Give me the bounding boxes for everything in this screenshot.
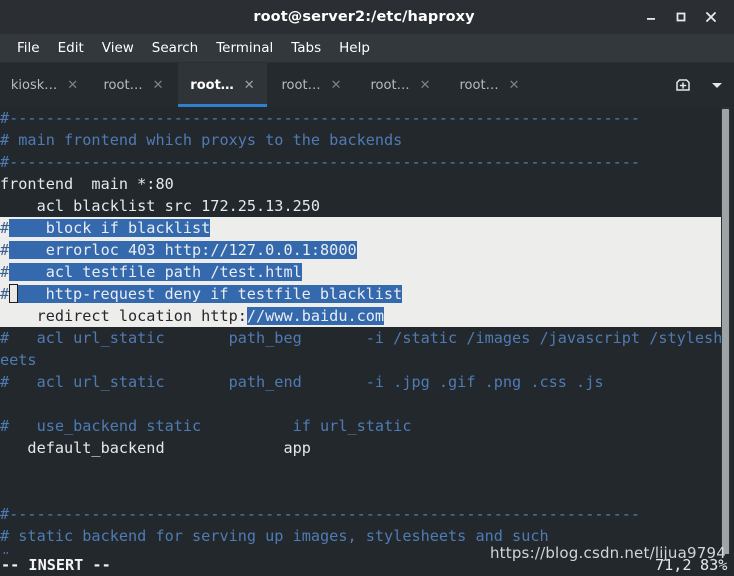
tab-label: root… — [370, 77, 410, 93]
line-text: # static backend for serving up images, … — [0, 527, 549, 545]
selected-text: block if blacklist — [9, 219, 211, 237]
comment-hash: # — [0, 241, 10, 259]
tab-bar: kiosk… ✕ root… ✕ root… ✕ root… ✕ root… ✕… — [0, 63, 734, 107]
chevron-down-icon[interactable] — [700, 63, 734, 107]
tab-4[interactable]: root… ✕ — [356, 63, 445, 107]
selected-text: acl testfile path /test.html — [9, 263, 302, 281]
tab-2-active[interactable]: root… ✕ — [178, 63, 267, 107]
selected-text: //www.baidu.com — [246, 307, 385, 325]
line-text: #---------------------------------------… — [0, 153, 641, 171]
line-text: default_backend app — [0, 439, 311, 457]
menu-item-view[interactable]: View — [93, 38, 143, 58]
menu-bar: File Edit View Search Terminal Tabs Help — [0, 34, 734, 63]
terminal-line: #---------------------------------------… — [0, 151, 721, 173]
cursor-position: 71,2 — [655, 556, 692, 574]
terminal-line-selected: # errorloc 403 http://127.0.0.1:8000 — [0, 239, 721, 261]
terminal-line: # acl url_static path_beg -i /static /im… — [0, 327, 723, 349]
menu-item-edit[interactable]: Edit — [49, 38, 93, 58]
terminal-line: # static backend for serving up images, … — [0, 525, 721, 547]
line-text: eets — [0, 351, 37, 369]
comment-hash: # — [0, 263, 10, 281]
terminal-line: frontend main *:80 — [0, 173, 721, 195]
menu-item-search[interactable]: Search — [143, 38, 207, 58]
menu-item-tabs[interactable]: Tabs — [282, 38, 330, 58]
terminal-line: default_backend app — [0, 437, 721, 459]
comment-hash: # — [0, 219, 10, 237]
tab-0[interactable]: kiosk… ✕ — [0, 63, 89, 107]
comment-hash: # — [0, 285, 10, 303]
line-text: # acl url_static path_beg -i /static /im… — [0, 329, 723, 347]
terminal-line: #---------------------------------------… — [0, 547, 721, 554]
tab-label: kiosk… — [10, 77, 58, 93]
tab-close-icon[interactable]: ✕ — [509, 79, 520, 92]
line-text: #---------------------------------------… — [0, 505, 641, 523]
tab-label: root… — [459, 77, 499, 93]
tab-label: root… — [281, 77, 321, 93]
terminal-text-area: #---------------------------------------… — [0, 107, 723, 554]
minimize-button[interactable] — [636, 2, 666, 32]
menu-item-terminal[interactable]: Terminal — [207, 38, 282, 58]
line-text: #---------------------------------------… — [0, 109, 641, 127]
tab-close-icon[interactable]: ✕ — [331, 79, 342, 92]
window-controls — [636, 2, 734, 32]
terminal-line: # use_backend static if url_static — [0, 415, 721, 437]
title-bar: root@server2:/etc/haproxy — [0, 0, 734, 34]
tab-close-icon[interactable]: ✕ — [420, 79, 431, 92]
line-text: # use_backend static if url_static — [0, 417, 412, 435]
menu-item-help[interactable]: Help — [330, 38, 379, 58]
tab-3[interactable]: root… ✕ — [267, 63, 356, 107]
terminal-line: #---------------------------------------… — [0, 503, 721, 525]
tab-label: root… — [190, 77, 234, 93]
vim-status-line: -- INSERT -- 71,2 83% — [0, 554, 734, 576]
line-text: acl blacklist src 172.25.13.250 — [0, 197, 321, 215]
new-tab-icon[interactable] — [666, 63, 700, 107]
terminal-line-selected: # block if blacklist — [0, 217, 721, 239]
close-button[interactable] — [696, 2, 726, 32]
line-text: # acl url_static path_end -i .jpg .gif .… — [0, 373, 604, 391]
vim-mode-indicator: -- INSERT -- — [1, 556, 111, 574]
terminal-line-split: redirect location http://www.baidu.com — [0, 305, 721, 327]
maximize-button[interactable] — [666, 2, 696, 32]
selected-text: errorloc 403 http://127.0.0.1:8000 — [9, 241, 357, 259]
tab-close-icon[interactable]: ✕ — [153, 79, 164, 92]
terminal-content[interactable]: #---------------------------------------… — [0, 107, 734, 554]
tab-5[interactable]: root… ✕ — [445, 63, 534, 107]
text-cursor — [9, 284, 19, 303]
tab-label: root… — [103, 77, 143, 93]
line-text: # main frontend which proxys to the back… — [0, 131, 403, 149]
line-text: frontend main *:80 — [0, 175, 174, 193]
terminal-line: # acl url_static path_end -i .jpg .gif .… — [0, 371, 721, 393]
terminal-window: root@server2:/etc/haproxy File Edit View… — [0, 0, 734, 576]
scrollbar-thumb[interactable] — [722, 109, 729, 554]
terminal-line: # main frontend which proxys to the back… — [0, 129, 721, 151]
tab-close-icon[interactable]: ✕ — [67, 79, 78, 92]
menu-item-file[interactable]: File — [8, 38, 49, 58]
selected-text: http-request deny if testfile blacklist — [18, 285, 403, 303]
terminal-scrollbar[interactable] — [721, 107, 730, 554]
tab-bar-spacer — [534, 63, 666, 107]
unselected-text: redirect location http: — [0, 307, 247, 325]
terminal-line: eets — [0, 349, 721, 371]
window-title: root@server2:/etc/haproxy — [253, 9, 475, 25]
terminal-line-selected: # acl testfile path /test.html — [0, 261, 721, 283]
tab-close-icon[interactable]: ✕ — [244, 79, 255, 92]
terminal-line: #---------------------------------------… — [0, 107, 721, 129]
tab-1[interactable]: root… ✕ — [89, 63, 178, 107]
terminal-line: acl blacklist src 172.25.13.250 — [0, 195, 721, 217]
terminal-line-cursor: # http-request deny if testfile blacklis… — [0, 283, 721, 305]
file-percent: 83% — [700, 556, 728, 574]
